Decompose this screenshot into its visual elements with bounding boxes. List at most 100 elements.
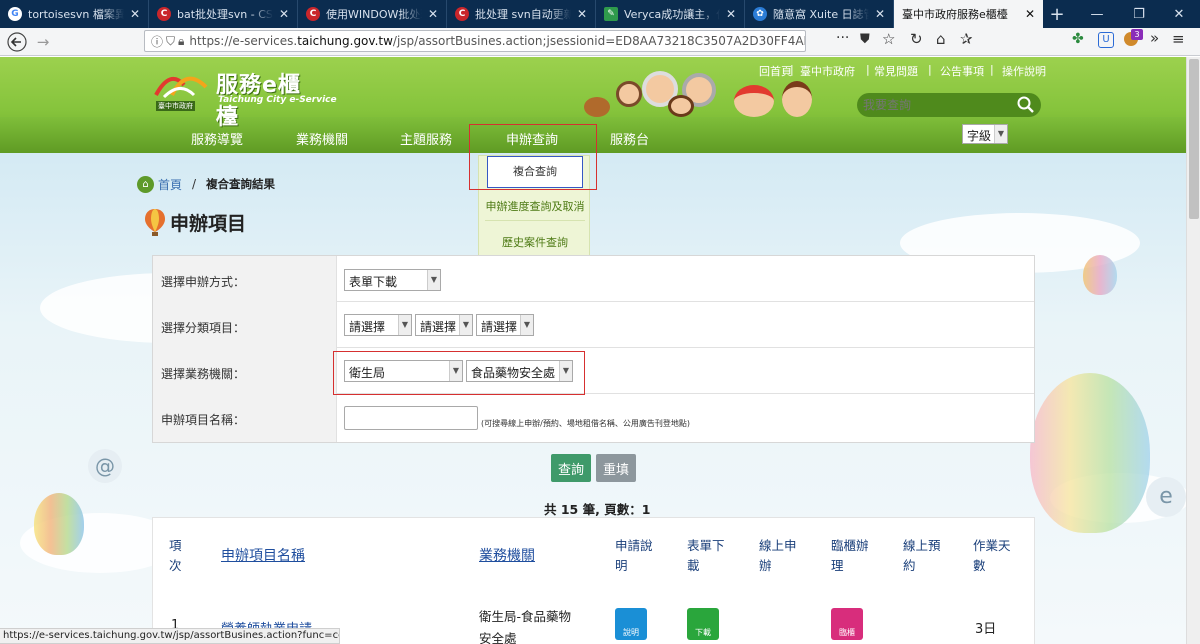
menu-service-guide[interactable]: 服務導覽 (191, 129, 243, 148)
close-tab-icon[interactable]: ✕ (873, 7, 887, 21)
category-select-3[interactable]: 請選擇 ▼ (476, 314, 534, 336)
row-agency: 衛生局-食品藥物安全處 (479, 609, 572, 644)
close-tab-icon[interactable]: ✕ (426, 7, 440, 21)
extension-badge: 3 (1131, 29, 1143, 40)
column-header-item-name[interactable]: 申辦項目名稱 (221, 546, 305, 566)
scrollbar-thumb[interactable] (1189, 59, 1199, 219)
bookmark-star-icon[interactable]: ☆ (882, 30, 895, 48)
close-window-icon[interactable]: ✕ (1158, 0, 1200, 28)
mail-at-icon: @ (88, 449, 122, 483)
browser-tab[interactable]: C bat批处理svn - CSDN博 ✕ (149, 0, 298, 28)
tab-title: 使用WINDOW批处理更 (326, 6, 422, 22)
minimize-icon[interactable]: — (1076, 0, 1118, 28)
category-select-2[interactable]: 請選擇 ▼ (415, 314, 473, 336)
blog-icon: ✎ (604, 7, 618, 21)
tab-title: 隨意窩 Xuite 日誌管理 (773, 6, 869, 22)
reset-button[interactable]: 重填 (596, 454, 636, 482)
lock-icon[interactable]: 🔒︎ (178, 34, 184, 49)
dropdown-item-history-query[interactable]: 歷史案件查詢 (479, 234, 591, 250)
form-row-agency: 選擇業務機關： 衛生局 ▼ 食品藥物安全處 ▼ (153, 348, 1034, 394)
category-select-1[interactable]: 請選擇 ▼ (344, 314, 412, 336)
browser-tab-active[interactable]: 臺中市政府服務e櫃檯 ✕ (894, 0, 1043, 28)
select-value: 表單下載 (349, 275, 398, 289)
browser-tab[interactable]: C 使用WINDOW批处理更 ✕ (298, 0, 447, 28)
font-size-label: 字級 (967, 129, 992, 143)
back-icon[interactable] (4, 29, 30, 55)
browser-tab[interactable]: ✿ 隨意窩 Xuite 日誌管理 ✕ (745, 0, 894, 28)
top-link-announcements[interactable]: 公告事項 (940, 63, 984, 79)
site-search-box[interactable] (857, 93, 1041, 117)
site-search-input[interactable] (863, 96, 1013, 114)
xuite-icon: ✿ (753, 7, 767, 21)
column-header-agency[interactable]: 業務機關 (479, 546, 535, 566)
browser-tab[interactable]: C 批处理 svn自动更新目录 ✕ (447, 0, 596, 28)
breadcrumb-current: 複合查詢結果 (206, 177, 276, 191)
close-tab-icon[interactable]: ✕ (575, 7, 589, 21)
overflow-chevron-icon[interactable]: » (1150, 29, 1159, 47)
column-header-counter: 臨櫃辦理 (831, 538, 869, 573)
search-icon[interactable] (1017, 96, 1035, 114)
extension-leaf-icon[interactable]: ✤ (1072, 31, 1084, 47)
results-table: 項次 申辦項目名稱 業務機關 申請說明 表單下載 線上申辦 臨櫃辦理 線上預約 … (152, 517, 1035, 644)
close-tab-icon[interactable]: ✕ (724, 7, 738, 21)
top-link-city-gov[interactable]: 臺中市政府 (800, 63, 855, 79)
new-tab-label: + (1049, 3, 1065, 25)
menu-topic-services[interactable]: 主題服務 (400, 129, 452, 148)
browser-tab[interactable]: G tortoisesvn 檔案異動 - G ✕ (0, 0, 149, 28)
csdn-c-icon: C (306, 7, 320, 21)
status-bar-url: https://e-services.taichung.gov.tw/jsp/a… (0, 628, 340, 644)
extension-shield-icon[interactable]: U (1098, 32, 1114, 48)
pocket-icon[interactable]: ⛊ (860, 32, 870, 47)
method-select[interactable]: 表單下載 ▼ (344, 269, 441, 291)
form-label: 選擇申辦方式： (153, 256, 337, 302)
reload-icon[interactable]: ↻ (910, 30, 923, 48)
chevron-down-icon: ▼ (520, 315, 533, 335)
top-link-home[interactable]: 回首頁 (759, 63, 792, 79)
dropdown-item-progress-query[interactable]: 申辦進度查詢及取消 (479, 198, 591, 214)
top-link-help[interactable]: 操作說明 (1002, 63, 1046, 79)
browser-tab[interactable]: ✎ Veryca成功讓主，但難度 ✕ (596, 0, 745, 28)
chevron-down-icon: ▼ (994, 125, 1007, 143)
search-button[interactable]: 查詢 (551, 454, 591, 482)
top-link-faq[interactable]: 常見問題 (874, 63, 918, 79)
close-tab-icon[interactable]: ✕ (1023, 7, 1037, 21)
url-bar[interactable]: ⓘ ⛉ 🔒︎ https://e-services.taichung.gov.t… (144, 30, 806, 52)
result-summary: 共 15 筆, 頁數：1 (544, 502, 651, 517)
select-value: 請選擇 (420, 320, 457, 334)
maximize-icon[interactable]: ❐ (1118, 0, 1160, 28)
font-size-select[interactable]: 字級 ▼ (962, 124, 1008, 144)
logo-subtitle: Taichung City e-Service (218, 95, 337, 105)
info-icon[interactable]: ⓘ (151, 33, 163, 50)
tab-title: 臺中市政府服務e櫃檯 (902, 8, 1008, 21)
form-row-method: 選擇申辦方式： 表單下載 ▼ (153, 256, 1034, 302)
menu-service-desk[interactable]: 服務台 (610, 129, 649, 148)
counter-icon[interactable]: 臨櫃 (831, 608, 863, 640)
button-label: 重填 (602, 462, 629, 478)
breadcrumb-home[interactable]: 首頁 (158, 176, 182, 193)
close-tab-icon[interactable]: ✕ (277, 7, 291, 21)
button-label: 查詢 (557, 462, 584, 478)
site-logo[interactable]: 臺中市政府 服務e櫃檯 Taichung City e-Service (150, 65, 337, 130)
tab-title: tortoisesvn 檔案異動 - G (28, 6, 124, 22)
breadcrumb-separator: / (192, 177, 197, 191)
column-header-online-booking: 線上預約 (903, 538, 941, 573)
shield-icon[interactable]: ⛉ (166, 34, 175, 49)
menu-agencies[interactable]: 業務機關 (296, 129, 348, 148)
download-icon[interactable]: 下載 (687, 608, 719, 640)
tab-title: 批处理 svn自动更新目录 (475, 6, 571, 22)
item-name-input[interactable] (344, 406, 478, 430)
book-icon[interactable]: 說明 (615, 608, 647, 640)
top-link-sep: | (928, 63, 932, 76)
new-tab-button[interactable]: + (1043, 0, 1071, 28)
page-scrollbar[interactable] (1186, 57, 1200, 644)
home-icon[interactable]: ⌂ (936, 30, 946, 48)
page-actions-icon[interactable]: ··· (836, 30, 849, 46)
query-form: 選擇申辦方式： 表單下載 ▼ 選擇分類項目： 請選擇 ▼ 請選擇 ▼ 請選擇 ▼… (152, 255, 1035, 443)
bookmarks-menu-icon[interactable]: ✰ (960, 30, 973, 48)
hamburger-menu-icon[interactable]: ≡ (1172, 30, 1185, 48)
logo-seal: 臺中市政府 (156, 101, 195, 111)
balloon-icon (1030, 373, 1150, 533)
forward-icon[interactable]: → (30, 29, 56, 55)
close-tab-icon[interactable]: ✕ (128, 7, 142, 21)
home-icon[interactable]: ⌂ (137, 175, 154, 193)
